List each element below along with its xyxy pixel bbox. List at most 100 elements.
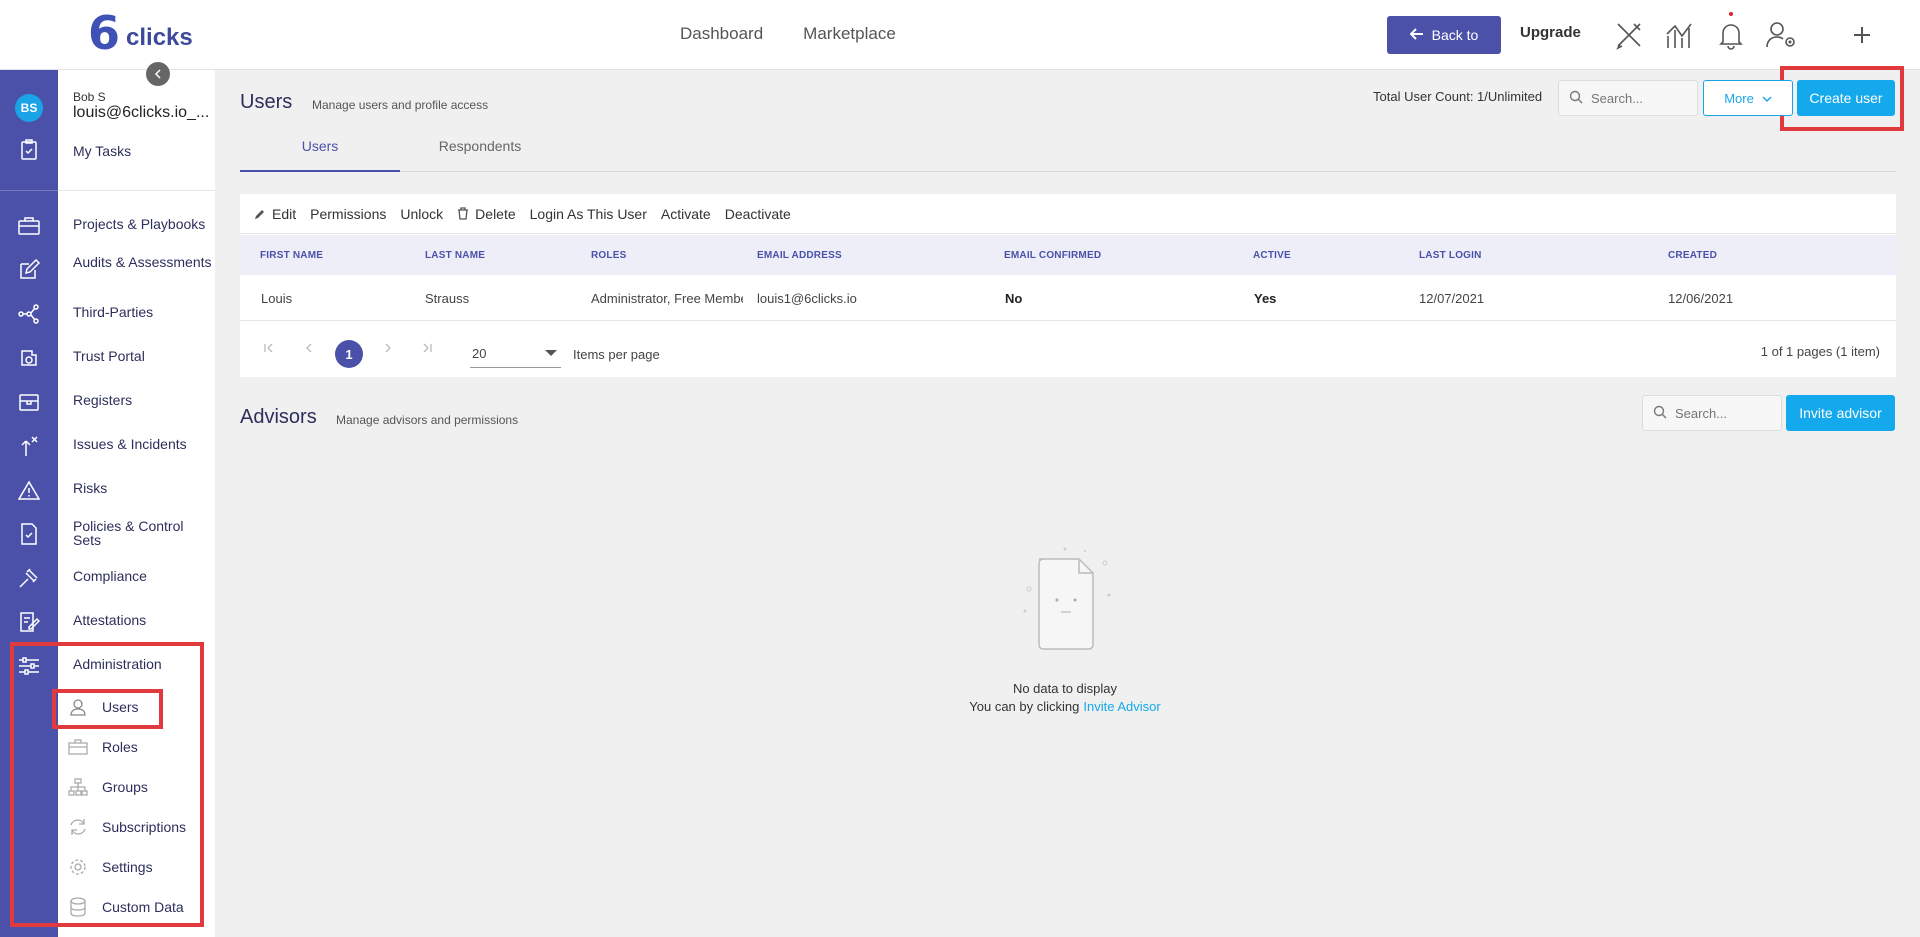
highlight-users (52, 689, 163, 729)
col-created[interactable]: CREATED (1668, 250, 1717, 261)
tasks-icon[interactable] (17, 138, 41, 162)
table-row[interactable]: Louis Strauss Administrator, Free Member… (240, 275, 1896, 321)
advisors-title: Advisors (240, 406, 317, 428)
menu-item-third-parties[interactable]: Third-Parties (73, 305, 213, 319)
edit-label: Edit (272, 205, 297, 222)
cell-email: louis1@6clicks.io (757, 291, 857, 306)
menu-item-attestations[interactable]: Attestations (73, 613, 213, 627)
menu-item-my-tasks[interactable]: My Tasks (73, 144, 213, 158)
nav-dashboard[interactable]: Dashboard (680, 24, 763, 44)
cell-email-confirmed: No (1005, 291, 1023, 306)
tab-users[interactable]: Users (240, 138, 400, 172)
arrow-left-icon (1409, 27, 1424, 43)
user-settings-icon[interactable] (1765, 18, 1799, 52)
pager: 1 20 Items per page 1 of 1 pages (1 item… (240, 322, 1896, 377)
users-tabs: Users Respondents (240, 134, 1896, 172)
user-email: louis@6clicks.io_... (73, 104, 210, 121)
pages-info: 1 of 1 pages (1 item) (1760, 344, 1880, 359)
user-name: Bob S (73, 90, 106, 104)
menu-item-trust-portal[interactable]: Trust Portal (73, 349, 213, 363)
users-search-field[interactable] (1558, 80, 1698, 116)
invite-advisor-link[interactable]: Invite Advisor (1083, 699, 1160, 714)
per-page-value: 20 (472, 346, 487, 361)
advisors-search-field[interactable] (1642, 395, 1782, 431)
col-active[interactable]: ACTIVE (1253, 250, 1291, 261)
gavel-icon[interactable] (17, 566, 41, 590)
users-subtitle: Manage users and profile access (312, 98, 489, 112)
search-icon (1653, 405, 1667, 422)
more-label: More (1724, 90, 1754, 106)
advisors-search-input[interactable] (1675, 405, 1755, 421)
tools-icon[interactable] (1612, 18, 1646, 52)
menu-item-risks[interactable]: Risks (73, 481, 213, 495)
users-search-input[interactable] (1591, 90, 1671, 106)
last-page-icon[interactable] (422, 341, 432, 356)
unlock-button[interactable]: Unlock (400, 206, 443, 222)
delete-button[interactable]: Delete (457, 206, 516, 222)
attestation-icon[interactable] (17, 610, 41, 634)
menu-item-policies[interactable]: Policies & Control Sets (73, 519, 213, 547)
prev-page-icon[interactable] (305, 341, 313, 356)
cell-first-name: Louis (261, 291, 293, 306)
network-icon[interactable] (17, 302, 41, 326)
cell-last-login: 12/07/2021 (1419, 291, 1485, 306)
tab-respondents[interactable]: Respondents (400, 138, 560, 172)
top-bar: 6 clicks Dashboard Marketplace Back to U… (0, 0, 1920, 70)
logo[interactable]: 6 clicks (88, 10, 193, 56)
create-user-button[interactable]: Create user (1797, 80, 1895, 116)
col-email[interactable]: EMAIL ADDRESS (757, 250, 842, 261)
menu-item-projects[interactable]: Projects & Playbooks (73, 217, 213, 231)
cell-roles: Administrator, Free Member (591, 291, 743, 306)
nav-marketplace[interactable]: Marketplace (803, 24, 896, 44)
activate-button[interactable]: Activate (661, 206, 711, 222)
permissions-button[interactable]: Permissions (310, 206, 386, 222)
briefcase-icon[interactable] (17, 214, 41, 238)
col-first-name[interactable]: FIRST NAME (260, 250, 323, 261)
pencil-icon (254, 208, 266, 220)
plus-icon[interactable] (1845, 18, 1879, 52)
logo-text: clicks (126, 24, 193, 51)
more-button[interactable]: More (1703, 80, 1793, 116)
notification-dot (1729, 12, 1733, 16)
login-as-user-button[interactable]: Login As This User (530, 206, 647, 222)
avatar[interactable]: BS (15, 94, 43, 122)
col-last-login[interactable]: LAST LOGIN (1419, 250, 1482, 261)
col-last-name[interactable]: LAST NAME (425, 250, 485, 261)
menu-item-registers[interactable]: Registers (73, 393, 213, 407)
bell-icon[interactable] (1714, 18, 1748, 52)
menu-item-issues[interactable]: Issues & Incidents (73, 437, 213, 451)
first-page-icon[interactable] (264, 341, 274, 356)
trust-portal-icon[interactable] (17, 346, 41, 370)
menu-item-audits[interactable]: Audits & Assessments (73, 255, 213, 269)
invite-advisor-button[interactable]: Invite advisor (1786, 395, 1895, 431)
users-table: Edit Permissions Unlock Delete Login As … (240, 194, 1896, 377)
back-to-button[interactable]: Back to (1387, 16, 1501, 54)
edit-icon[interactable] (17, 258, 41, 282)
empty-message: No data to display (1012, 681, 1118, 696)
warning-icon[interactable] (17, 478, 41, 502)
upgrade-link[interactable]: Upgrade (1520, 24, 1581, 41)
collapse-menu-button[interactable] (146, 62, 170, 86)
register-icon[interactable] (17, 390, 41, 414)
deactivate-button[interactable]: Deactivate (725, 206, 791, 222)
search-icon (1569, 90, 1583, 107)
rail-divider (0, 190, 58, 191)
highlight-administration (10, 642, 204, 927)
cell-created: 12/06/2021 (1668, 291, 1734, 306)
empty-state: No data to display You can by clicking In… (940, 545, 1190, 714)
cell-active: Yes (1254, 291, 1277, 306)
trash-icon (457, 207, 469, 220)
table-header: FIRST NAME LAST NAME ROLES EMAIL ADDRESS… (240, 235, 1896, 275)
col-roles[interactable]: ROLES (591, 250, 626, 261)
menu-item-compliance[interactable]: Compliance (73, 569, 213, 583)
menu-divider (58, 190, 215, 191)
page-number[interactable]: 1 (335, 340, 363, 368)
policy-icon[interactable] (17, 522, 41, 546)
col-email-confirmed[interactable]: EMAIL CONFIRMED (1004, 250, 1101, 261)
analytics-icon[interactable] (1664, 18, 1698, 52)
empty-hint: You can by clicking Invite Advisor (940, 699, 1190, 714)
edit-button[interactable]: Edit (254, 206, 296, 222)
next-page-icon[interactable] (384, 341, 392, 356)
per-page-select[interactable]: 20 (470, 338, 561, 368)
incident-icon[interactable] (17, 434, 41, 458)
